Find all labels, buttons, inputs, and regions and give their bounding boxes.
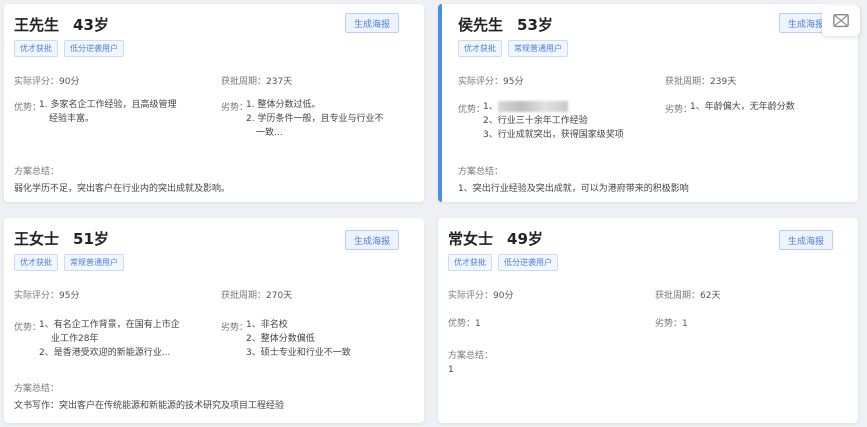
tag: 优才获批	[448, 254, 492, 271]
tag: 优才获批	[458, 40, 502, 57]
case-card: 王女士 51岁 生成海报 优才获批 常规普通用户 实际评分：95分 获批周期：27…	[4, 218, 424, 423]
disadvantage-line: 2. 学历条件一般，且专业与行业不	[246, 114, 384, 124]
case-card: 王先生 43岁 生成海报 优才获批 低分逆袭用户 实际评分：90分 获批周期：23…	[4, 4, 424, 202]
image-action-button[interactable]	[822, 6, 860, 36]
period-value: 237天	[266, 77, 293, 87]
disadvantage-line: 1. 整体分数过低。	[246, 100, 321, 110]
case-card: 侯先生 53岁 生成海报 优才获批 常规普通用户 实际评分：95分 获批周期：23…	[438, 4, 858, 202]
client-title: 王女士 51岁	[14, 228, 109, 249]
score-label: 实际评分：	[14, 77, 60, 87]
score-value: 95分	[503, 77, 524, 87]
disadvantage-line: 1、非名校	[246, 320, 288, 330]
disadvantage-line: 3、硕士专业和行业不一致	[246, 348, 351, 358]
advantage-line: 经验丰富。	[49, 114, 95, 124]
advantage-line: 2、是香港受欢迎的新能源行业...	[39, 348, 171, 358]
disadvantage-line: 1、年龄偏大，无年龄分数	[690, 102, 795, 112]
disadvantage-label: 劣势：	[655, 319, 683, 329]
score-value: 95分	[59, 291, 80, 301]
period-label: 获批周期：	[221, 291, 267, 301]
score-label: 实际评分：	[448, 291, 494, 301]
disadvantage-line: 1	[682, 319, 688, 329]
client-name: 侯先生	[458, 16, 504, 34]
client-age: 43岁	[73, 16, 109, 34]
summary-label: 方案总结：	[458, 167, 504, 177]
advantage-label: 优势：	[14, 103, 42, 113]
image-icon	[833, 14, 849, 28]
tag: 低分逆袭用户	[498, 254, 558, 271]
period-label: 获批周期：	[221, 77, 267, 87]
tag: 优才获批	[14, 254, 58, 271]
client-title: 侯先生 53岁	[458, 14, 553, 35]
advantage-line: 1	[475, 319, 481, 329]
summary-text: 1、突出行业经验及突出成就，可以为港府带来的积极影响	[458, 184, 689, 194]
summary-label: 方案总结：	[448, 351, 494, 361]
client-name: 常女士	[448, 230, 494, 248]
advantage-line: 1. 多家名企工作经验，且高级管理	[39, 100, 177, 110]
client-age: 49岁	[507, 230, 543, 248]
client-age: 51岁	[73, 230, 109, 248]
score-label: 实际评分：	[14, 291, 60, 301]
generate-poster-button[interactable]: 生成海报	[779, 230, 833, 250]
client-name: 王女士	[14, 230, 60, 248]
advantage-line: 2、行业三十余年工作经验	[483, 116, 588, 126]
advantage-label: 优势：	[458, 105, 486, 115]
advantage-line: 1、	[483, 102, 498, 112]
disadvantage-line: 2、整体分数偏低	[246, 334, 315, 344]
summary-text: 弱化学历不足，突出客户在行业内的突出成就及影响。	[14, 184, 231, 194]
redacted-text	[497, 101, 568, 112]
advantage-label: 优势：	[14, 323, 42, 333]
tag: 低分逆袭用户	[64, 40, 124, 57]
case-card: 常女士 49岁 生成海报 优才获批 低分逆袭用户 实际评分：90分 获批周期：62…	[438, 218, 858, 423]
period-label: 获批周期：	[655, 291, 701, 301]
period-value: 62天	[700, 291, 721, 301]
advantage-line: 业工作28年	[51, 334, 99, 344]
score-value: 90分	[493, 291, 514, 301]
disadvantage-line: 一致...	[256, 128, 283, 138]
disadvantage-label: 劣势：	[221, 103, 249, 113]
score-label: 实际评分：	[458, 77, 504, 87]
disadvantage-label: 劣势：	[221, 323, 249, 333]
score-value: 90分	[59, 77, 80, 87]
advantage-line: 3、行业成就突出，获得国家级奖项	[483, 130, 624, 140]
period-label: 获批周期：	[665, 77, 711, 87]
client-title: 王先生 43岁	[14, 14, 109, 35]
period-value: 239天	[710, 77, 737, 87]
tag: 常规普通用户	[64, 254, 124, 271]
summary-text: 1	[448, 365, 454, 375]
period-value: 270天	[266, 291, 293, 301]
client-name: 王先生	[14, 16, 60, 34]
generate-poster-button[interactable]: 生成海报	[345, 13, 399, 33]
summary-label: 方案总结：	[14, 384, 60, 394]
client-title: 常女士 49岁	[448, 228, 543, 249]
client-age: 53岁	[517, 16, 553, 34]
advantage-line: 1、有名企工作背景，在国有上市企	[39, 320, 180, 330]
summary-label: 方案总结：	[14, 167, 60, 177]
advantage-label: 优势：	[448, 319, 476, 329]
generate-poster-button[interactable]: 生成海报	[345, 230, 399, 250]
tag: 常规普通用户	[508, 40, 568, 57]
tag: 优才获批	[14, 40, 58, 57]
summary-text: 文书写作：突出客户在传统能源和新能源的技术研究及项目工程经验	[14, 401, 285, 411]
disadvantage-label: 劣势：	[665, 105, 693, 115]
